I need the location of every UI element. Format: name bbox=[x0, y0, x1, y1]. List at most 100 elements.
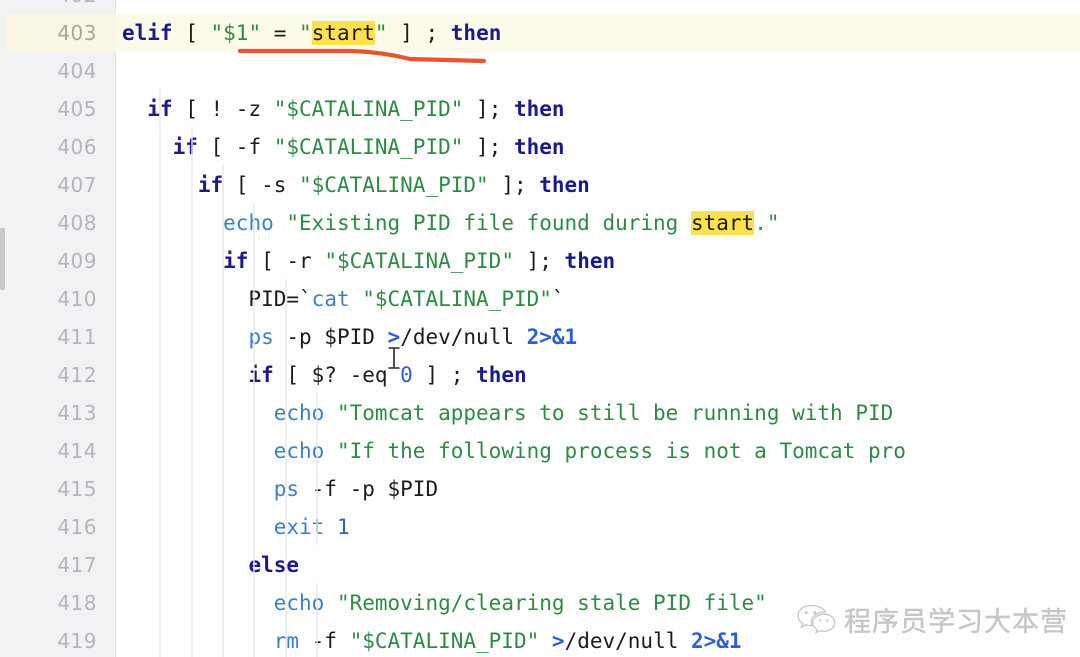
code-token: if bbox=[223, 249, 249, 273]
code-line-row[interactable]: 416 exit 1 bbox=[0, 508, 1080, 546]
code-line-row[interactable]: 407 if [ -s "$CATALINA_PID" ]; then bbox=[0, 166, 1080, 204]
code-line-text[interactable]: if [ ! -z "$CATALINA_PID" ]; then bbox=[122, 90, 565, 128]
code-token: ps bbox=[273, 477, 300, 501]
code-token: then bbox=[564, 249, 616, 273]
code-token: ]; bbox=[513, 249, 565, 273]
code-line-row[interactable]: 419 rm -f "$CATALINA_PID" >/dev/null 2>&… bbox=[0, 622, 1080, 657]
code-token: ` bbox=[299, 287, 312, 311]
code-token: then bbox=[513, 97, 565, 121]
code-line-text[interactable]: if [ -s "$CATALINA_PID" ]; then bbox=[122, 166, 590, 204]
code-line-text[interactable]: if [ $? -eq 0 ] ; then bbox=[122, 356, 526, 394]
line-number[interactable]: 405 bbox=[6, 90, 106, 128]
code-token: [ $? -eq bbox=[273, 363, 401, 387]
line-number[interactable]: 404 bbox=[6, 52, 106, 90]
code-token: -p $PID bbox=[273, 325, 388, 349]
line-number[interactable]: 409 bbox=[6, 242, 106, 280]
code-token: then bbox=[539, 173, 590, 197]
code-token: echo bbox=[273, 439, 325, 463]
code-editor-window: 402403elif [ "$1" = "start" ] ; then4044… bbox=[0, 0, 1080, 657]
code-token: "$CATALINA_PID" bbox=[273, 97, 464, 121]
line-number[interactable]: 410 bbox=[6, 280, 106, 318]
code-line-row[interactable]: 412 if [ $? -eq 0 ] ; then bbox=[0, 356, 1080, 394]
code-token: "$CATALINA_PID" bbox=[324, 249, 514, 273]
code-token: elif bbox=[122, 21, 173, 45]
code-line-text[interactable]: echo "Tomcat appears to still be running… bbox=[122, 394, 894, 432]
search-match-highlight: start bbox=[311, 21, 375, 45]
line-number[interactable]: 414 bbox=[6, 432, 106, 470]
code-line-row[interactable]: 405 if [ ! -z "$CATALINA_PID" ]; then bbox=[0, 90, 1080, 128]
code-token: cat bbox=[311, 287, 350, 311]
code-line-row[interactable]: 417 else bbox=[0, 546, 1080, 584]
line-number[interactable]: 416 bbox=[6, 508, 106, 546]
code-token: if bbox=[197, 173, 224, 197]
code-line-row[interactable]: 409 if [ -r "$CATALINA_PID" ]; then bbox=[0, 242, 1080, 280]
line-number[interactable]: 418 bbox=[6, 584, 106, 622]
code-line-text[interactable]: ps -f -p $PID bbox=[122, 470, 438, 508]
code-token: ] ; bbox=[387, 21, 451, 45]
code-line-text[interactable]: exit 1 bbox=[122, 508, 350, 546]
code-line-row[interactable]: 418 echo "Removing/clearing stale PID fi… bbox=[0, 584, 1080, 622]
code-line-text[interactable]: PID=`cat "$CATALINA_PID"` bbox=[122, 280, 565, 318]
code-token: echo bbox=[273, 591, 325, 615]
code-line-text[interactable]: ps -p $PID >/dev/null 2>&1 bbox=[122, 318, 577, 356]
code-token: -f -p $PID bbox=[299, 477, 439, 501]
code-line-row[interactable]: 408 echo "Existing PID file found during… bbox=[0, 204, 1080, 242]
code-line-row[interactable]: 403 elif [ "$1" = "start" ] ; then bbox=[0, 14, 1080, 52]
code-token: else bbox=[248, 553, 300, 577]
line-number[interactable]: 406 bbox=[6, 128, 106, 166]
code-token: ]; bbox=[463, 135, 514, 159]
code-line-row-partial[interactable]: 402 bbox=[0, 0, 1080, 14]
code-line-text[interactable]: if [ -r "$CATALINA_PID" ]; then bbox=[122, 242, 615, 280]
line-number[interactable]: 402 bbox=[6, 0, 106, 14]
code-line-row[interactable]: 414 echo "If the following process is no… bbox=[0, 432, 1080, 470]
line-number[interactable]: 417 bbox=[6, 546, 106, 584]
code-line-text[interactable]: rm -f "$CATALINA_PID" >/dev/null 2>&1 bbox=[122, 622, 742, 657]
line-number[interactable]: 411 bbox=[6, 318, 106, 356]
code-token: then bbox=[450, 21, 502, 45]
code-line-text[interactable]: echo "Existing PID file found during sta… bbox=[122, 204, 779, 242]
code-token: echo bbox=[273, 401, 325, 425]
line-number[interactable]: 413 bbox=[6, 394, 106, 432]
code-line-row[interactable]: 406 if [ -f "$CATALINA_PID" ]; then bbox=[0, 128, 1080, 166]
code-line-row[interactable]: 404 bbox=[0, 52, 1080, 90]
code-token: ] ; bbox=[412, 363, 477, 387]
code-token: ` bbox=[551, 287, 565, 311]
code-token: ps bbox=[248, 325, 274, 349]
code-line-text[interactable]: elif [ "$1" = "start" ] ; then bbox=[122, 14, 501, 52]
line-number[interactable]: 412 bbox=[6, 356, 106, 394]
code-token: "$CATALINA_PID" bbox=[349, 629, 540, 653]
code-line-row[interactable]: 415 ps -f -p $PID bbox=[0, 470, 1080, 508]
code-line-row[interactable]: 413 echo "Tomcat appears to still be run… bbox=[0, 394, 1080, 432]
code-line-text[interactable]: echo "Removing/clearing stale PID file" bbox=[122, 584, 767, 622]
code-line-row[interactable]: 410 PID=`cat "$CATALINA_PID"` bbox=[0, 280, 1080, 318]
line-number[interactable]: 403 bbox=[6, 14, 106, 52]
code-line-text[interactable]: echo "If the following process is not a … bbox=[122, 432, 906, 470]
code-line-text[interactable]: if [ -f "$CATALINA_PID" ]; then bbox=[122, 128, 565, 166]
line-number[interactable]: 415 bbox=[6, 470, 106, 508]
code-token: rm bbox=[273, 629, 300, 653]
code-line-text[interactable]: else bbox=[122, 546, 299, 584]
code-line-row[interactable]: 411 ps -p $PID >/dev/null 2>&1 bbox=[0, 318, 1080, 356]
line-number[interactable]: 408 bbox=[6, 204, 106, 242]
line-number[interactable]: 419 bbox=[6, 622, 106, 657]
line-number[interactable]: 407 bbox=[6, 166, 106, 204]
code-token: "$CATALINA_PID" bbox=[362, 287, 552, 311]
